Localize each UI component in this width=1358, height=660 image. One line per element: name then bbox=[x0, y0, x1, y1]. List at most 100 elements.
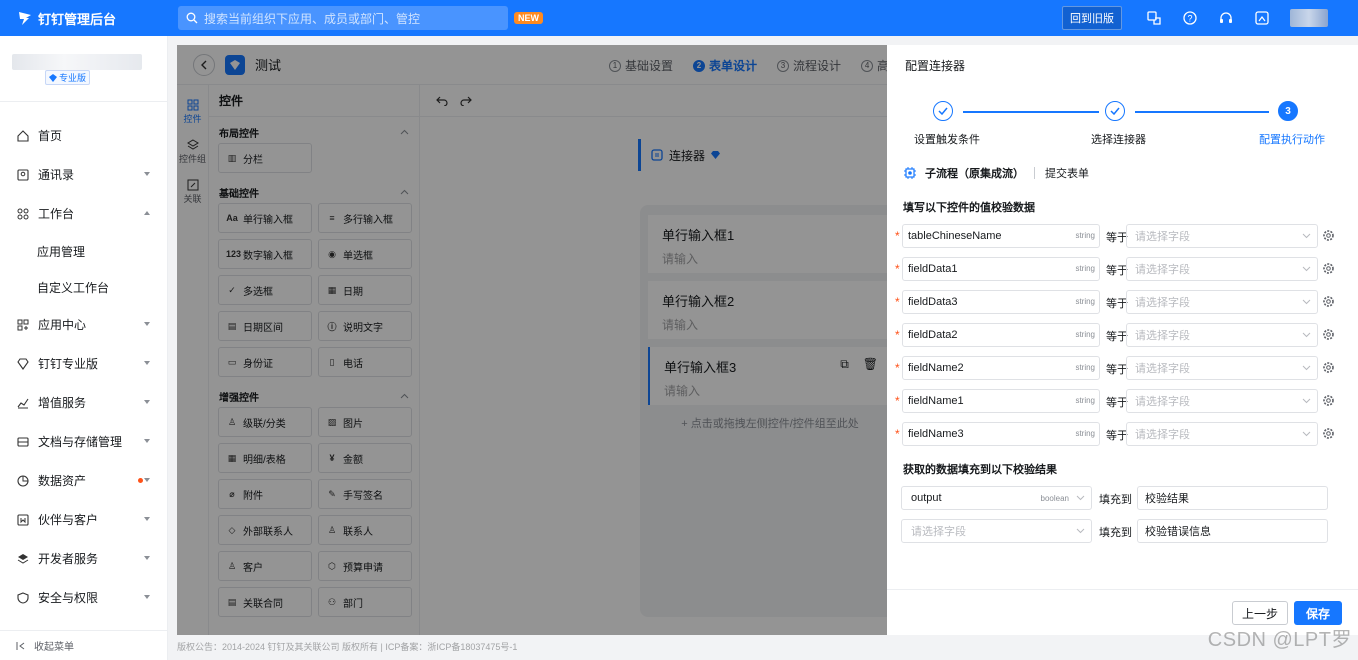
step-form-design[interactable]: 2 表单设计 bbox=[693, 57, 757, 74]
nav-value-added[interactable]: 增值服务 bbox=[0, 383, 167, 422]
group-enhanced[interactable]: 增强控件 bbox=[209, 385, 419, 407]
control-external-contact[interactable]: ◇ 外部联系人 bbox=[218, 515, 312, 545]
user-avatar[interactable] bbox=[1290, 9, 1328, 27]
rail-relations[interactable]: 关联 bbox=[177, 179, 208, 205]
control-multi-line[interactable]: ≡ 多行输入框 bbox=[318, 203, 412, 233]
step-basic-settings[interactable]: 1 基础设置 bbox=[609, 57, 673, 74]
gear-icon[interactable] bbox=[1322, 394, 1335, 407]
copy-icon[interactable]: ⧉ bbox=[840, 357, 849, 372]
param-name: fieldData1 string bbox=[902, 257, 1100, 281]
wizard-connector-line bbox=[963, 111, 1099, 113]
output-target-input[interactable]: 校验错误信息 bbox=[1137, 519, 1328, 543]
gear-icon[interactable] bbox=[1322, 262, 1335, 275]
gear-icon[interactable] bbox=[1322, 229, 1335, 242]
control-date[interactable]: ▦ 日期 bbox=[318, 275, 412, 305]
global-search[interactable]: 搜索当前组织下应用、成员或部门、管控 bbox=[178, 6, 508, 30]
nav-partners[interactable]: 伙伴与客户 bbox=[0, 500, 167, 539]
headset-icon[interactable] bbox=[1208, 11, 1244, 25]
gear-icon[interactable] bbox=[1322, 427, 1335, 440]
nav-workbench[interactable]: 工作台 bbox=[0, 194, 167, 233]
nav-custom-workbench[interactable]: 自定义工作台 bbox=[0, 269, 167, 305]
control-checkbox[interactable]: ✓ 多选框 bbox=[218, 275, 312, 305]
gear-icon[interactable] bbox=[1322, 295, 1335, 308]
screenshot-icon[interactable] bbox=[1244, 11, 1280, 25]
control-description[interactable]: ⓘ 说明文字 bbox=[318, 311, 412, 341]
rail-control-groups[interactable]: 控件组 bbox=[177, 139, 208, 165]
form-field-selected[interactable]: 单行输入框3 请输入 ⧉ 🗑 bbox=[648, 347, 892, 405]
nav-docs-storage[interactable]: 文档与存储管理 bbox=[0, 422, 167, 461]
control-attachment[interactable]: ⌀ 附件 bbox=[218, 479, 312, 509]
control-radio[interactable]: ◉ 单选框 bbox=[318, 239, 412, 269]
collapse-menu-button[interactable]: 收起菜单 bbox=[0, 630, 167, 660]
control-customer[interactable]: ♙ 客户 bbox=[218, 551, 312, 581]
back-button[interactable] bbox=[193, 53, 215, 76]
control-signature[interactable]: ✎ 手写签名 bbox=[318, 479, 412, 509]
control-detail-table[interactable]: ▦ 明细/表格 bbox=[218, 443, 312, 473]
control-single-line[interactable]: Aa 单行输入框 bbox=[218, 203, 312, 233]
control-department[interactable]: ⚇ 部门 bbox=[318, 587, 412, 617]
field-select[interactable]: 请选择字段 bbox=[1126, 323, 1318, 347]
previous-step-button[interactable]: 上一步 bbox=[1232, 601, 1288, 625]
control-contact[interactable]: ♙ 联系人 bbox=[318, 515, 412, 545]
gear-icon[interactable] bbox=[1322, 361, 1335, 374]
group-layout[interactable]: 布局控件 bbox=[209, 121, 419, 143]
undo-icon[interactable] bbox=[436, 96, 448, 106]
control-image[interactable]: ▨ 图片 bbox=[318, 407, 412, 437]
output-field-select[interactable]: 请选择字段 bbox=[901, 519, 1092, 543]
edition-badge: 专业版 bbox=[45, 70, 91, 85]
nav-dingtalk-pro[interactable]: 钉钉专业版 bbox=[0, 344, 167, 383]
form-field[interactable]: 单行输入框1 请输入 bbox=[648, 215, 892, 273]
connector-field[interactable]: 连接器 bbox=[638, 139, 898, 171]
nav-app-center[interactable]: 应用中心 bbox=[0, 305, 167, 344]
delete-icon[interactable]: 🗑 bbox=[863, 357, 878, 372]
wizard-step-current[interactable]: 3 bbox=[1278, 101, 1298, 121]
chevron-up-icon bbox=[400, 129, 409, 135]
config-wizard: 3 设置触发条件 选择连接器 配置执行动作 bbox=[887, 101, 1358, 151]
back-to-old-version-button[interactable]: 回到旧版 bbox=[1062, 6, 1122, 30]
control-phone[interactable]: ▯ 电话 bbox=[318, 347, 412, 377]
rail-controls[interactable]: 控件 bbox=[177, 99, 208, 125]
output-field-select[interactable]: output boolean bbox=[901, 486, 1092, 510]
control-amount[interactable]: ¥ 金额 bbox=[318, 443, 412, 473]
step-advanced[interactable]: 4高 bbox=[861, 57, 889, 74]
control-budget[interactable]: ⬡ 预算申请 bbox=[318, 551, 412, 581]
control-columns[interactable]: ▥ 分栏 bbox=[218, 143, 312, 173]
save-button[interactable]: 保存 bbox=[1294, 601, 1342, 625]
param-name: fieldName3 string bbox=[902, 422, 1100, 446]
nav-contacts[interactable]: 通讯录 bbox=[0, 155, 167, 194]
nav-home[interactable]: 首页 bbox=[0, 116, 167, 155]
wizard-step-done[interactable] bbox=[1105, 101, 1125, 121]
org-header[interactable]: 专业版 bbox=[0, 36, 167, 102]
param-row: * fieldData2 string 等于 请选择字段 bbox=[895, 323, 1350, 347]
param-name: fieldName2 string bbox=[902, 356, 1100, 380]
control-date-range[interactable]: ▤ 日期区间 bbox=[218, 311, 312, 341]
help-icon[interactable]: ? bbox=[1172, 11, 1208, 25]
nav-security[interactable]: 安全与权限 bbox=[0, 578, 167, 617]
redo-icon[interactable] bbox=[460, 96, 472, 106]
wizard-step-done[interactable] bbox=[933, 101, 953, 121]
field-select[interactable]: 请选择字段 bbox=[1126, 389, 1318, 413]
translate-icon[interactable] bbox=[1136, 11, 1172, 25]
field-select[interactable]: 请选择字段 bbox=[1126, 257, 1318, 281]
field-select[interactable]: 请选择字段 bbox=[1126, 356, 1318, 380]
control-id-card[interactable]: ▭ 身份证 bbox=[218, 347, 312, 377]
nav-label: 首页 bbox=[38, 129, 63, 143]
control-number[interactable]: 123 数字输入框 bbox=[218, 239, 312, 269]
field-select[interactable]: 请选择字段 bbox=[1126, 224, 1318, 248]
control-contract[interactable]: ▤ 关联合同 bbox=[218, 587, 312, 617]
group-basic[interactable]: 基础控件 bbox=[209, 181, 419, 203]
logo[interactable]: 钉钉管理后台 bbox=[18, 9, 178, 28]
nav-developer[interactable]: 开发者服务 bbox=[0, 539, 167, 578]
nav-data-assets[interactable]: 数据资产 bbox=[0, 461, 167, 500]
output-target-input[interactable]: 校验结果 bbox=[1137, 486, 1328, 510]
gear-icon[interactable] bbox=[1322, 328, 1335, 341]
drop-zone[interactable]: + 点击或拖拽左侧控件/控件组至此处 bbox=[640, 415, 900, 431]
step-flow-design[interactable]: 3 流程设计 bbox=[777, 57, 841, 74]
nav-app-management[interactable]: 应用管理 bbox=[0, 233, 167, 269]
form-field[interactable]: 单行输入框2 请输入 bbox=[648, 281, 892, 339]
field-select[interactable]: 请选择字段 bbox=[1126, 290, 1318, 314]
svg-text:?: ? bbox=[1187, 14, 1192, 24]
app-title: 测试 bbox=[255, 58, 282, 73]
control-cascade[interactable]: ♙ 级联/分类 bbox=[218, 407, 312, 437]
field-select[interactable]: 请选择字段 bbox=[1126, 422, 1318, 446]
